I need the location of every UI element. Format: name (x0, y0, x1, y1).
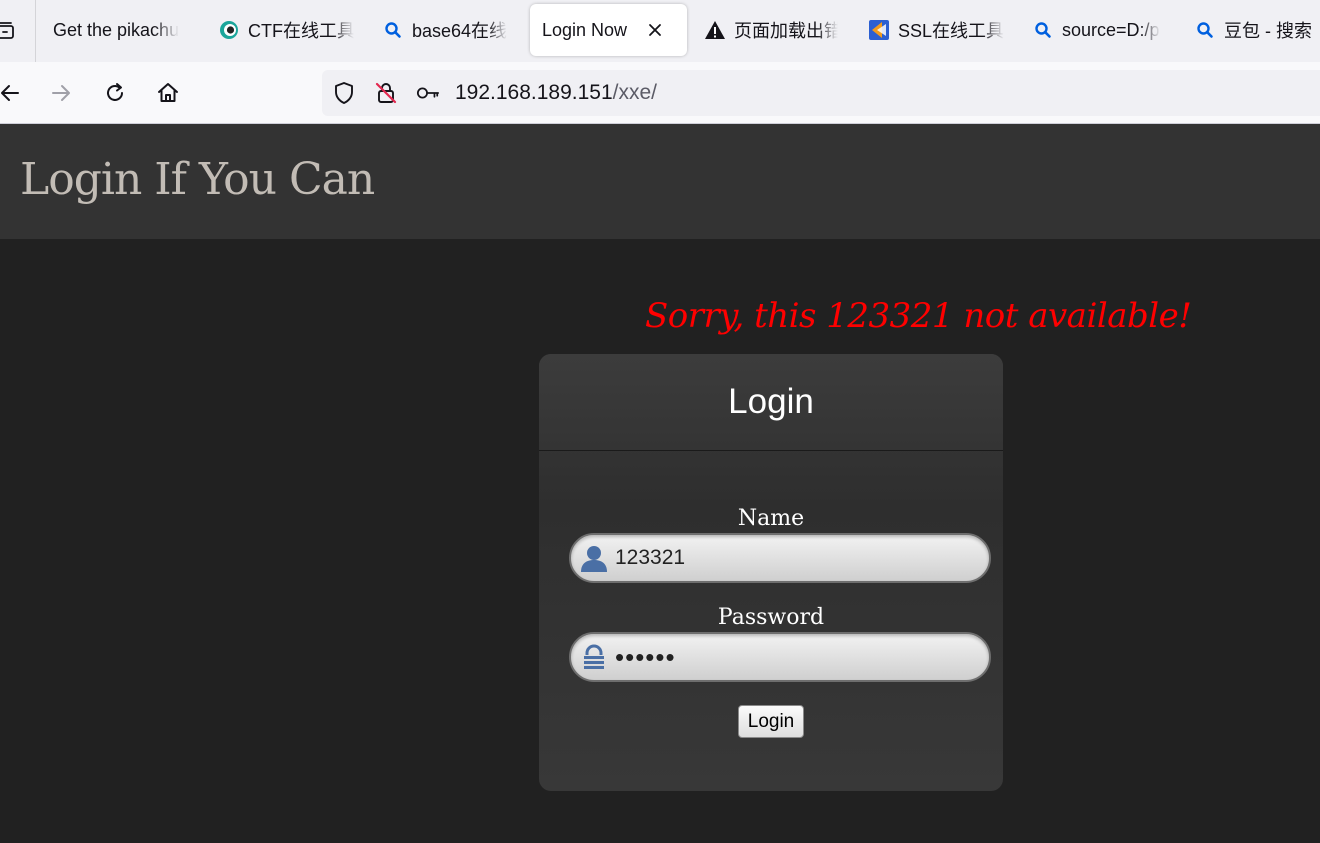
shield-icon[interactable] (332, 81, 356, 105)
forward-arrow-icon (52, 85, 70, 101)
tab-page-error[interactable]: 页面加载出错 (704, 4, 838, 56)
tab-login-now[interactable]: Login Now (530, 4, 687, 56)
site-title: Login If You Can (20, 154, 375, 205)
url-host: 192.168.189.151 (455, 81, 613, 104)
name-label: Name (737, 506, 805, 531)
web-page: Login If You Can Sorry, this 123321 not … (0, 124, 1320, 843)
tab-label: CTF在线工具 (248, 21, 354, 41)
close-tab-button[interactable] (645, 20, 665, 40)
login-heading: Login (728, 382, 814, 421)
tab-pikachu[interactable]: Get the pikachu (53, 4, 187, 56)
tab-ctf-tools[interactable]: CTF在线工具 (218, 4, 354, 56)
close-icon (649, 24, 661, 36)
home-icon (158, 83, 178, 102)
ssl-favicon-icon (868, 19, 890, 41)
reload-icon (107, 83, 123, 101)
password-label: Password (717, 605, 825, 630)
url-text[interactable]: 192.168.189.151/xxe/ (455, 81, 657, 105)
browser-nav-bar: 192.168.189.151/xxe/ (0, 62, 1320, 124)
search-icon (382, 19, 404, 41)
lock-icon (579, 642, 609, 672)
tab-label: 豆包 - 搜索 (1224, 21, 1312, 41)
tab-list-icon (0, 22, 14, 39)
ctf-favicon-icon (218, 19, 240, 41)
tab-label: 页面加载出错 (734, 21, 838, 41)
key-icon[interactable] (416, 81, 440, 105)
url-path: /xxe/ (612, 81, 658, 104)
warning-icon (704, 19, 726, 41)
home-button[interactable] (150, 75, 186, 111)
password-input[interactable] (615, 642, 975, 672)
search-icon (1194, 19, 1216, 41)
forward-button[interactable] (43, 75, 79, 111)
tab-base64[interactable]: base64在线 (382, 4, 512, 56)
error-message: Sorry, this 123321 not available! (645, 296, 1192, 336)
tab-ssl-tools[interactable]: SSL在线工具 (868, 4, 1004, 56)
login-form: Login Name Password (539, 354, 1003, 791)
name-input[interactable] (615, 543, 975, 573)
tab-doubao-search[interactable]: 豆包 - 搜索 (1194, 4, 1320, 56)
back-button[interactable] (0, 75, 28, 111)
tab-label: SSL在线工具 (898, 21, 1004, 41)
browser-tab-bar: Get the pikachu CTF在线工具 base64在线 Login N… (0, 0, 1320, 62)
name-field[interactable] (569, 533, 991, 583)
tab-label: source=D:/p (1062, 19, 1160, 40)
site-header: Login If You Can (0, 124, 1320, 239)
user-icon (579, 543, 609, 573)
reload-button[interactable] (97, 75, 133, 111)
tab-list-button[interactable] (0, 10, 34, 52)
login-button[interactable]: Login (738, 705, 804, 738)
search-icon (1032, 19, 1054, 41)
login-form-header: Login (539, 354, 1003, 451)
back-arrow-icon (1, 85, 19, 101)
insecure-lock-icon[interactable] (374, 81, 398, 105)
tab-label: Get the pikachu (53, 19, 180, 40)
tab-label: Login Now (542, 19, 628, 40)
tab-source-search[interactable]: source=D:/p (1032, 4, 1166, 56)
tab-separator (35, 0, 36, 62)
tab-label: base64在线 (412, 21, 508, 41)
password-field[interactable] (569, 632, 991, 682)
url-bar[interactable]: 192.168.189.151/xxe/ (322, 70, 1320, 116)
